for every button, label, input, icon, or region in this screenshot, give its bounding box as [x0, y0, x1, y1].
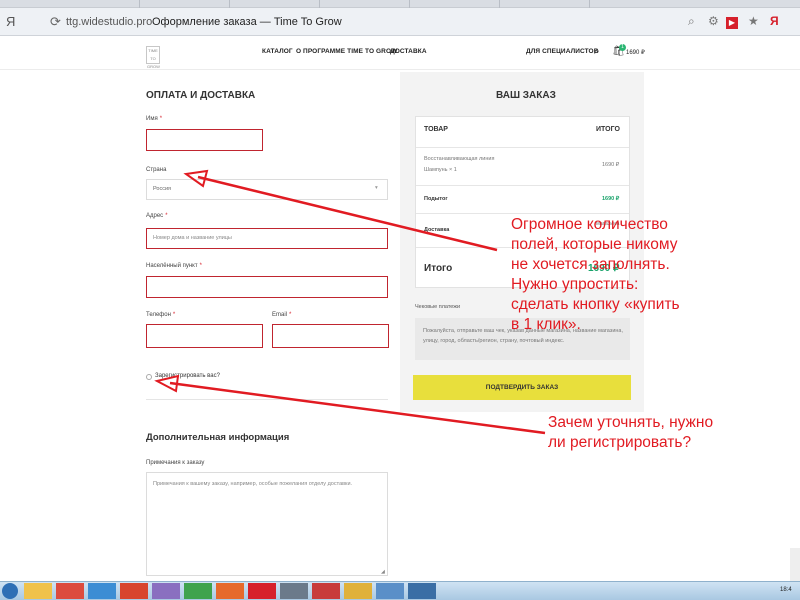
- browser-tab[interactable]: [140, 0, 230, 8]
- red-extension-icon[interactable]: ▶: [726, 17, 738, 29]
- browser-tab[interactable]: [40, 0, 140, 8]
- browser-tab[interactable]: [410, 0, 500, 8]
- taskbar-app-icon[interactable]: [216, 583, 244, 599]
- payment-label: Чековые платежи: [415, 304, 461, 310]
- browser-tab[interactable]: [320, 0, 410, 8]
- annotation-line: в 1 клик».: [511, 316, 581, 333]
- taskbar-browser-icon[interactable]: [248, 583, 276, 599]
- phone-label: Телефон *: [146, 312, 176, 318]
- col-product: ТОВАР: [424, 126, 448, 133]
- email-label: Email *: [272, 312, 292, 318]
- taskbar-folder-icon[interactable]: [24, 583, 52, 599]
- nav-about-program[interactable]: О ПРОГРАММЕ TIME TO GROW: [296, 48, 397, 55]
- search-icon[interactable]: ⌕: [594, 46, 600, 57]
- taskbar-app-icon[interactable]: [152, 583, 180, 599]
- notes-label: Примечания к заказу: [146, 460, 205, 466]
- annotation-line: сделать кнопку «купить: [511, 296, 680, 313]
- confirm-order-button[interactable]: ПОДТВЕРДИТЬ ЗАКАЗ: [413, 375, 631, 400]
- notes-textarea[interactable]: Примечания к вашему заказу, например, ос…: [146, 472, 388, 576]
- chevron-down-icon: ▾: [375, 185, 378, 191]
- name-field[interactable]: [146, 129, 263, 151]
- resize-handle-icon[interactable]: ◢: [381, 569, 385, 575]
- start-button-icon[interactable]: [2, 583, 18, 599]
- annotation-line: Огромное количество: [511, 216, 668, 233]
- taskbar-app-icon[interactable]: [312, 583, 340, 599]
- total-label: Итого: [424, 263, 453, 274]
- address-field[interactable]: Номер дома и название улицы: [146, 228, 388, 249]
- item-name-line1: Восстанавливающая линия: [424, 156, 495, 162]
- annotation-line: ли регистрировать?: [548, 434, 692, 451]
- city-field[interactable]: [146, 276, 388, 298]
- phone-field[interactable]: [146, 324, 263, 348]
- nav-delivery[interactable]: ДОСТАВКА: [390, 48, 427, 55]
- notes-placeholder: Примечания к вашему заказу, например, ос…: [153, 481, 353, 487]
- extension-icon[interactable]: ⚙: [708, 14, 719, 28]
- item-name-line2: Шампунь × 1: [424, 167, 457, 173]
- row-divider: [416, 147, 629, 148]
- browser-tab-strip: [0, 0, 800, 8]
- site-logo[interactable]: TIME TO GROW: [146, 46, 160, 69]
- bookmark-star-icon[interactable]: ★: [748, 14, 759, 28]
- city-label: Населённый пункт *: [146, 263, 202, 269]
- nav-catalog[interactable]: КАТАЛОГ: [262, 48, 293, 55]
- country-select[interactable]: Россия ▾: [146, 179, 388, 200]
- taskbar-app-icon[interactable]: [184, 583, 212, 599]
- subtotal-label: Подытог: [424, 196, 448, 202]
- order-title: ВАШ ЗАКАЗ: [496, 90, 556, 101]
- scrollbar[interactable]: [790, 548, 800, 581]
- url-page-title[interactable]: Оформление заказа — Time To Grow: [152, 16, 342, 28]
- taskbar-app-icon[interactable]: [408, 583, 436, 599]
- taskbar-app-icon[interactable]: [120, 583, 148, 599]
- name-label: Имя *: [146, 116, 163, 122]
- search-icon[interactable]: ⌕: [688, 14, 695, 29]
- col-total: ИТОГО: [596, 126, 620, 133]
- taskbar-clock[interactable]: 18:4: [780, 587, 792, 593]
- annotation-line: полей, которые никому: [511, 236, 678, 253]
- cart-count-badge: 1: [619, 44, 626, 51]
- address-placeholder: Номер дома и название улицы: [153, 235, 232, 241]
- item-price: 1690 ₽: [602, 162, 620, 168]
- annotation-line: Нужно упростить:: [511, 276, 639, 293]
- country-value: Россия: [153, 186, 172, 192]
- divider: [146, 399, 388, 400]
- taskbar-app-icon[interactable]: [88, 583, 116, 599]
- reload-icon[interactable]: ⟳: [50, 14, 61, 30]
- extra-info-heading: Дополнительная информация: [146, 432, 290, 443]
- url-host[interactable]: ttg.widestudio.pro: [66, 16, 152, 28]
- register-label[interactable]: Зарегистрировать вас?: [155, 373, 220, 379]
- annotation-line: Зачем уточнять, нужно: [548, 414, 714, 431]
- yandex-menu-icon[interactable]: Я: [6, 14, 15, 29]
- annotation-line: не хочется заполнять.: [511, 256, 670, 273]
- email-field[interactable]: [272, 324, 389, 348]
- billing-heading: ОПЛАТА И ДОСТАВКА: [146, 90, 256, 101]
- annotation-fields: Огромное количество полей, которые ником…: [511, 215, 680, 335]
- yandex-logo-icon[interactable]: Я: [770, 14, 779, 28]
- row-divider: [416, 185, 629, 186]
- subtotal-value: 1690 ₽: [602, 196, 620, 202]
- annotation-register: Зачем уточнять, нужно ли регистрировать?: [548, 413, 713, 453]
- taskbar-app-icon[interactable]: [344, 583, 372, 599]
- cart-total: 1690 ₽: [626, 50, 645, 56]
- browser-tab[interactable]: [230, 0, 320, 8]
- address-label: Адрес *: [146, 213, 168, 219]
- row-divider: [416, 213, 629, 214]
- nav-specialists[interactable]: ДЛЯ СПЕЦИАЛИСТОВ: [526, 48, 599, 55]
- taskbar-app-icon[interactable]: [56, 583, 84, 599]
- address-bar: Я ⟳ ttg.widestudio.pro Оформление заказа…: [0, 8, 800, 36]
- taskbar-app-icon[interactable]: [280, 583, 308, 599]
- browser-tab[interactable]: [500, 0, 590, 8]
- shipping-label: Доставка: [424, 227, 450, 233]
- register-checkbox[interactable]: [146, 374, 152, 380]
- taskbar-app-icon[interactable]: [376, 583, 404, 599]
- country-label: Страна: [146, 167, 167, 173]
